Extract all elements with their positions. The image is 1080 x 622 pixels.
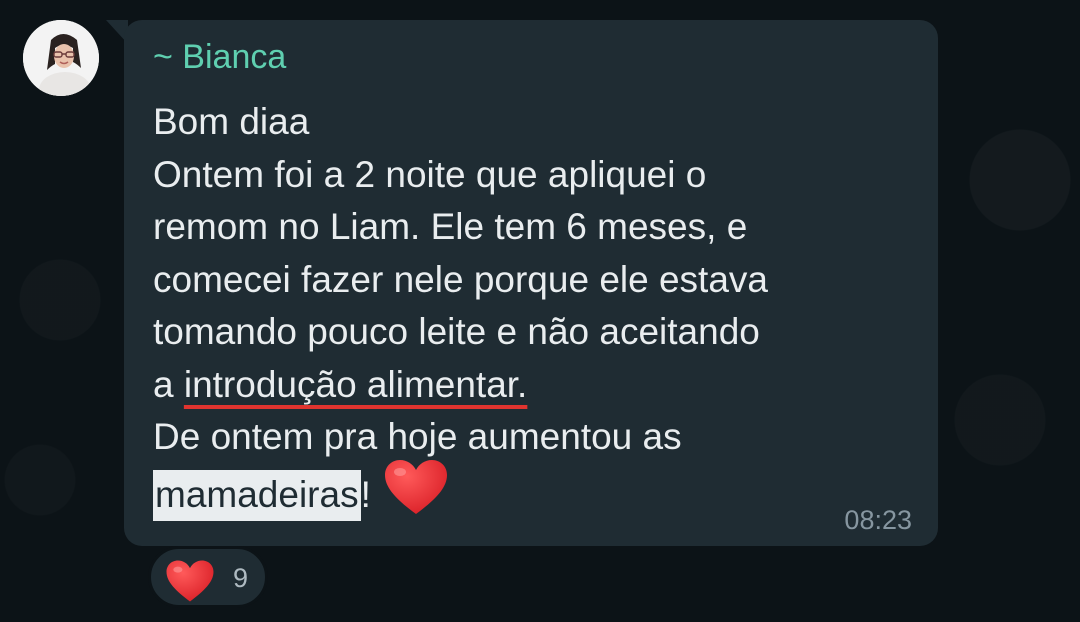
sender-avatar[interactable] xyxy=(23,20,99,96)
red-heart-emoji-icon xyxy=(165,559,215,608)
avatar-photo xyxy=(23,20,99,96)
message-line: tomando pouco leite e não aceitando xyxy=(153,311,760,352)
message-line: Bom diaa xyxy=(153,101,310,142)
message-text: Bom diaa Ontem foi a 2 noite que aplique… xyxy=(153,96,913,530)
message-timestamp: 08:23 xyxy=(844,505,912,535)
line-suffix: ! xyxy=(360,473,371,515)
message-line: mamadeiras! xyxy=(153,459,913,531)
message-line: Ontem foi a 2 noite que apliquei o xyxy=(153,153,707,195)
line-prefix: a xyxy=(153,363,184,405)
reaction-count: 9 xyxy=(233,563,249,593)
message-bubble[interactable]: ~ Bianca Bom diaa Ontem foi a 2 noite qu… xyxy=(124,20,938,546)
underlined-text: introdução alimentar. xyxy=(183,363,528,405)
highlighted-text: mamadeiras xyxy=(153,469,361,521)
message-line: a introdução alimentar. xyxy=(153,359,913,412)
reaction-badge[interactable]: 9 xyxy=(148,546,268,608)
red-heart-emoji-icon xyxy=(383,458,449,531)
message-line: De ontem pra hoje aumentou as xyxy=(153,416,682,457)
message-line: comecei fazer nele porque ele estava xyxy=(153,258,768,300)
message-line: remom no Liam. Ele tem 6 meses, e xyxy=(153,206,748,247)
sender-name[interactable]: ~ Bianca xyxy=(153,38,286,77)
